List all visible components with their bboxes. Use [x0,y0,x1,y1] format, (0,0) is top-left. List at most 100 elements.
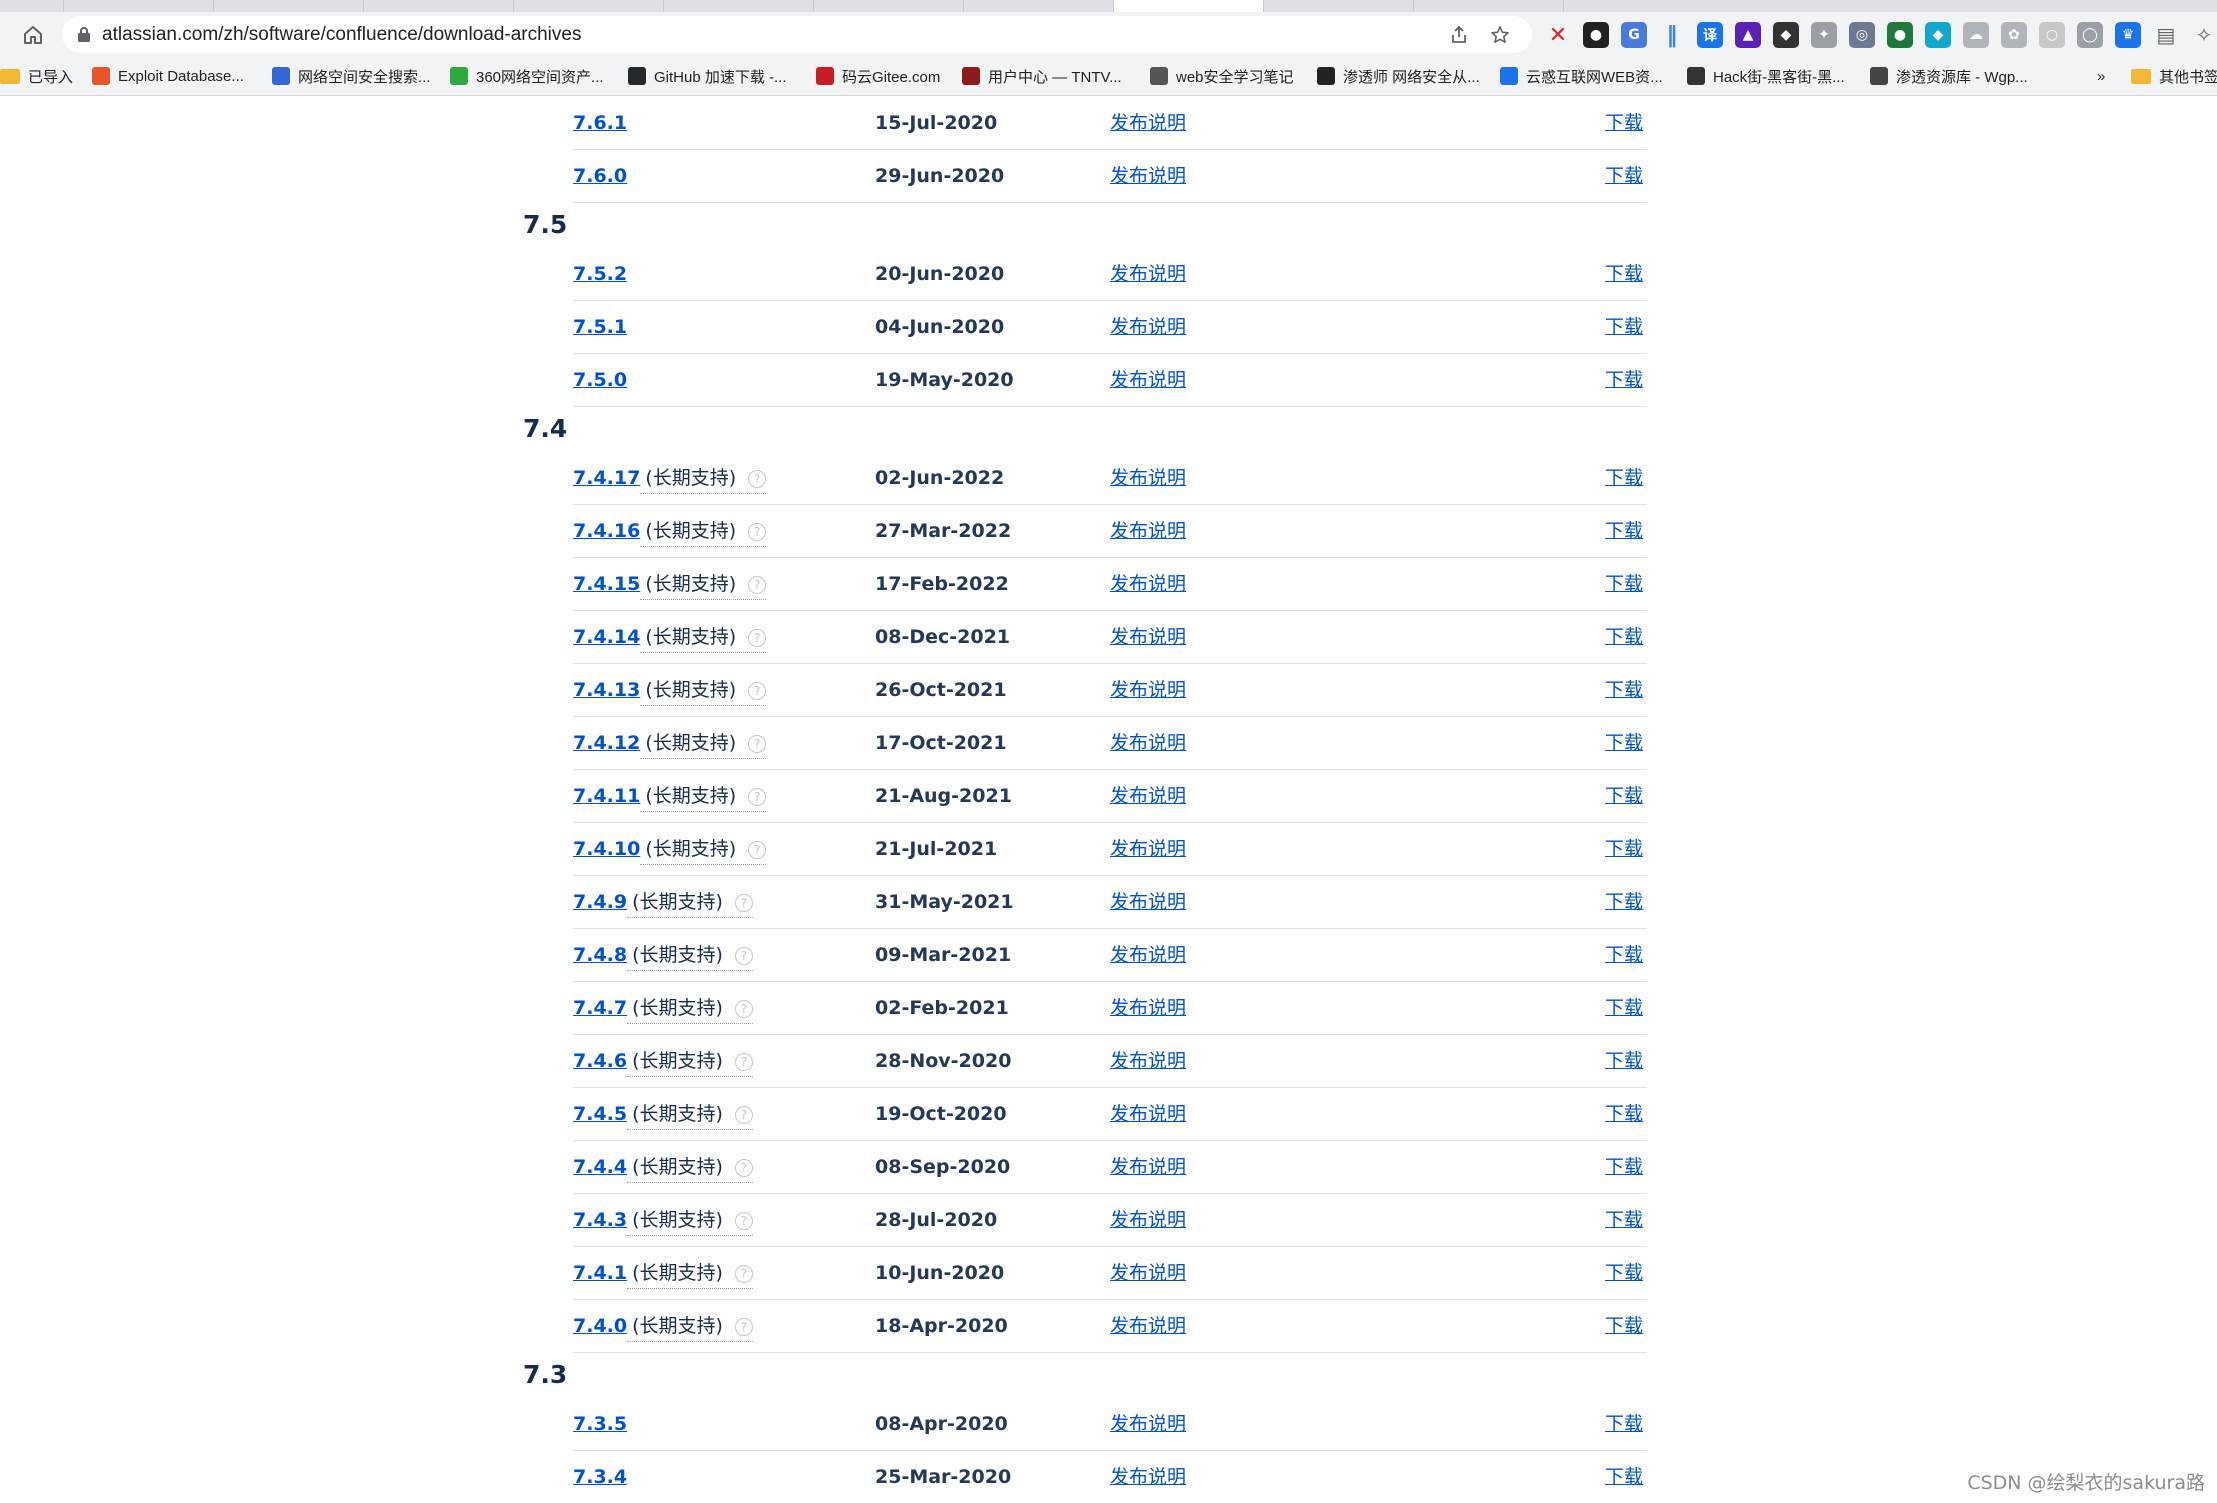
link-extension-icon[interactable]: ✿ [2001,22,2027,48]
puzzle-extension-icon[interactable]: ✦ [1811,22,1837,48]
help-icon[interactable]: ? [734,1317,753,1336]
help-icon[interactable]: ? [748,681,767,700]
release-notes-link[interactable]: 发布说明 [1110,611,1186,663]
download-link[interactable]: 下载 [1605,97,1643,149]
download-link[interactable]: 下载 [1605,1451,1643,1503]
help-icon[interactable]: ? [748,575,767,594]
bookmark-item[interactable]: 渗透师 网络安全从... [1317,56,1480,96]
version-link[interactable]: 7.4.12 [573,732,640,754]
bookmark-item[interactable]: 码云Gitee.com [816,56,940,96]
release-notes-link[interactable]: 发布说明 [1110,301,1186,353]
download-link[interactable]: 下载 [1605,452,1643,504]
help-icon[interactable]: ? [748,787,767,806]
release-notes-link[interactable]: 发布说明 [1110,770,1186,822]
help-icon[interactable]: ? [748,628,767,647]
download-link[interactable]: 下载 [1605,1398,1643,1450]
url-text[interactable]: atlassian.com/zh/software/confluence/dow… [102,16,581,53]
browser-tab[interactable] [1264,0,1414,12]
version-link[interactable]: 7.6.0 [573,165,627,187]
help-icon[interactable]: ? [734,1158,753,1177]
version-link[interactable]: 7.4.14 [573,626,640,648]
release-notes-link[interactable]: 发布说明 [1110,1300,1186,1352]
help-icon[interactable]: ? [734,1211,753,1230]
download-link[interactable]: 下载 [1605,929,1643,981]
download-link[interactable]: 下载 [1605,558,1643,610]
help-icon[interactable]: ? [734,1052,753,1071]
download-link[interactable]: 下载 [1605,664,1643,716]
bookmark-item[interactable]: 360网络空间资产... [450,56,604,96]
help-icon[interactable]: ? [734,1264,753,1283]
bookmarks-overflow-button[interactable]: » [2097,56,2105,96]
version-link[interactable]: 7.4.10 [573,838,640,860]
download-link[interactable]: 下载 [1605,505,1643,557]
address-bar[interactable]: atlassian.com/zh/software/confluence/dow… [62,16,1532,53]
download-link[interactable]: 下载 [1605,876,1643,928]
browser-tab[interactable] [64,0,214,12]
ghost-extension-icon[interactable]: ● [1583,22,1609,48]
version-link[interactable]: 7.4.17 [573,467,640,489]
home-icon[interactable] [18,20,48,50]
download-link[interactable]: 下载 [1605,1088,1643,1140]
release-notes-link[interactable]: 发布说明 [1110,1141,1186,1193]
release-notes-link[interactable]: 发布说明 [1110,150,1186,202]
browser-tab[interactable] [214,0,364,12]
version-link[interactable]: 7.4.4 [573,1156,627,1178]
download-link[interactable]: 下载 [1605,1141,1643,1193]
help-icon[interactable]: ? [734,999,753,1018]
version-link[interactable]: 7.3.4 [573,1466,627,1488]
download-link[interactable]: 下载 [1605,150,1643,202]
help-icon[interactable]: ? [748,734,767,753]
help-icon[interactable]: ? [748,840,767,859]
version-link[interactable]: 7.4.1 [573,1262,627,1284]
pause-extension-icon[interactable]: ‖ [1659,22,1685,48]
release-notes-link[interactable]: 发布说明 [1110,664,1186,716]
version-link[interactable]: 7.4.9 [573,891,627,913]
download-link[interactable]: 下载 [1605,1194,1643,1246]
release-notes-link[interactable]: 发布说明 [1110,823,1186,875]
extensions-puzzle-icon[interactable]: ✧ [2191,22,2217,48]
version-link[interactable]: 7.5.2 [573,263,627,285]
release-notes-link[interactable]: 发布说明 [1110,452,1186,504]
help-icon[interactable]: ? [748,522,767,541]
version-link[interactable]: 7.4.15 [573,573,640,595]
release-notes-link[interactable]: 发布说明 [1110,717,1186,769]
version-link[interactable]: 7.3.5 [573,1413,627,1435]
release-notes-link[interactable]: 发布说明 [1110,97,1186,149]
release-notes-link[interactable]: 发布说明 [1110,929,1186,981]
shield-extension-icon[interactable]: ● [1887,22,1913,48]
download-link[interactable]: 下载 [1605,1035,1643,1087]
release-notes-link[interactable]: 发布说明 [1110,876,1186,928]
version-link[interactable]: 7.4.0 [573,1315,627,1337]
release-notes-link[interactable]: 发布说明 [1110,354,1186,406]
release-notes-link[interactable]: 发布说明 [1110,1088,1186,1140]
download-link[interactable]: 下载 [1605,823,1643,875]
download-link[interactable]: 下载 [1605,1247,1643,1299]
mask-extension-icon[interactable]: ◎ [1849,22,1875,48]
version-link[interactable]: 7.4.7 [573,997,627,1019]
version-link[interactable]: 7.5.0 [573,369,627,391]
browser-tab[interactable] [514,0,664,12]
search-extension-icon[interactable]: ○ [2039,22,2065,48]
download-link[interactable]: 下载 [1605,1300,1643,1352]
download-link[interactable]: 下载 [1605,770,1643,822]
wappalyzer-extension-icon[interactable]: ◆ [1773,22,1799,48]
release-notes-link[interactable]: 发布说明 [1110,558,1186,610]
circle-extension-icon[interactable]: ◯ [2077,22,2103,48]
release-notes-link[interactable]: 发布说明 [1110,1451,1186,1503]
bookmark-item[interactable]: 已导入 [0,56,73,96]
help-icon[interactable]: ? [734,946,753,965]
bookmark-item[interactable]: 云惑互联网WEB资... [1500,56,1663,96]
browser-tab[interactable] [364,0,514,12]
version-link[interactable]: 7.4.3 [573,1209,627,1231]
bookmark-item[interactable]: GitHub 加速下载 -... [628,56,787,96]
tab-strip[interactable] [0,0,2217,12]
translate-extension-icon[interactable]: G [1621,22,1647,48]
browser-tab[interactable] [1414,0,1564,12]
release-notes-link[interactable]: 发布说明 [1110,982,1186,1034]
help-icon[interactable]: ? [734,893,753,912]
help-icon[interactable]: ? [748,469,767,488]
version-link[interactable]: 7.4.6 [573,1050,627,1072]
release-notes-link[interactable]: 发布说明 [1110,1247,1186,1299]
bookmark-item[interactable]: Hack街-黑客街-黑... [1687,56,1845,96]
help-icon[interactable]: ? [734,1105,753,1124]
